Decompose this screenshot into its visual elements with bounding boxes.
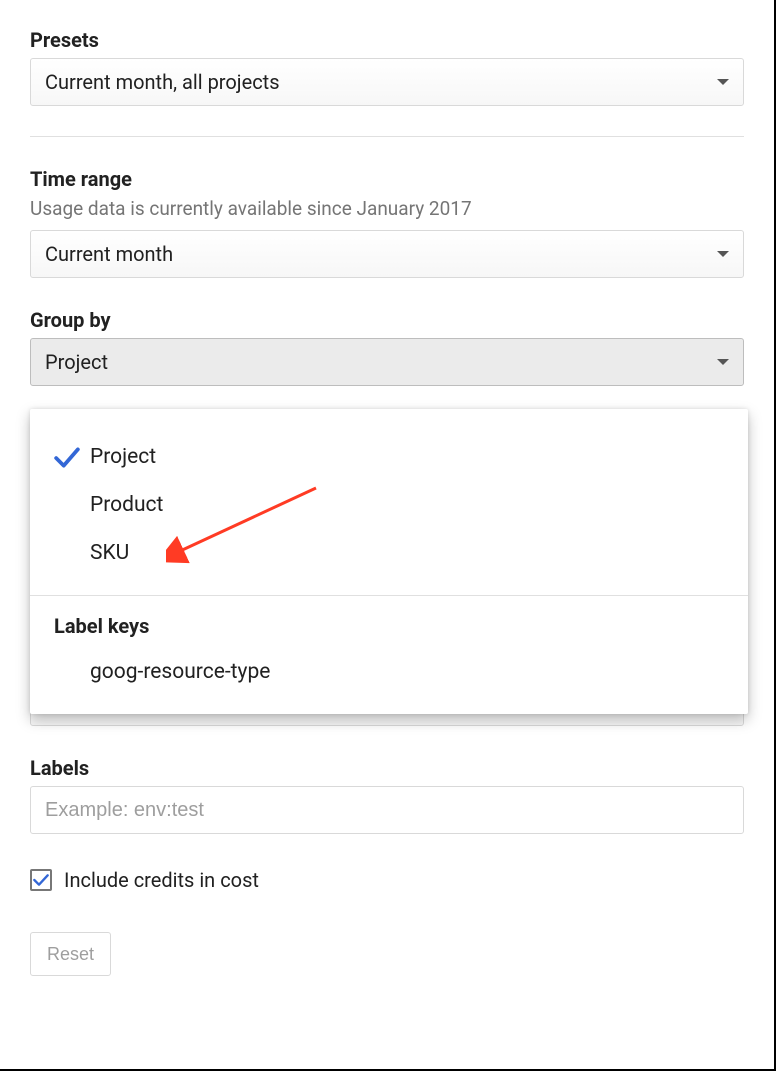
time-range-select[interactable]: Current month [30, 230, 744, 278]
group-by-option-product[interactable]: Product [30, 481, 748, 529]
reset-button[interactable]: Reset [30, 932, 111, 976]
option-label: goog-resource-type [90, 660, 270, 684]
label-keys-heading: Label keys [30, 614, 748, 638]
time-range-subtext: Usage data is currently available since … [30, 197, 744, 220]
group-by-option-sku[interactable]: SKU [30, 529, 748, 577]
check-icon [54, 446, 90, 468]
include-credits-checkbox[interactable] [30, 869, 52, 891]
group-by-dropdown: Project Product SKU Label keys goog-reso… [30, 409, 748, 714]
divider [30, 595, 748, 596]
include-credits-label: Include credits in cost [64, 868, 259, 892]
labels-input[interactable] [30, 786, 744, 834]
time-range-label: Time range [30, 167, 744, 191]
group-by-label: Group by [30, 308, 744, 332]
chevron-down-icon [717, 79, 729, 85]
chevron-down-icon [717, 359, 729, 365]
group-by-option-project[interactable]: Project [30, 433, 748, 481]
option-label: Project [90, 445, 156, 469]
group-by-select[interactable]: Project [30, 338, 744, 386]
option-label: Product [90, 493, 163, 517]
presets-label: Presets [30, 28, 744, 52]
group-by-select-value: Project [45, 350, 108, 374]
presets-select-value: Current month, all projects [45, 70, 280, 94]
group-by-label-key-option[interactable]: goog-resource-type [30, 648, 748, 696]
presets-select[interactable]: Current month, all projects [30, 58, 744, 106]
divider [30, 136, 744, 137]
check-icon [33, 873, 49, 887]
labels-label: Labels [30, 756, 744, 780]
chevron-down-icon [717, 251, 729, 257]
include-credits-row[interactable]: Include credits in cost [30, 868, 744, 892]
option-label: SKU [90, 541, 129, 565]
time-range-select-value: Current month [45, 242, 173, 266]
